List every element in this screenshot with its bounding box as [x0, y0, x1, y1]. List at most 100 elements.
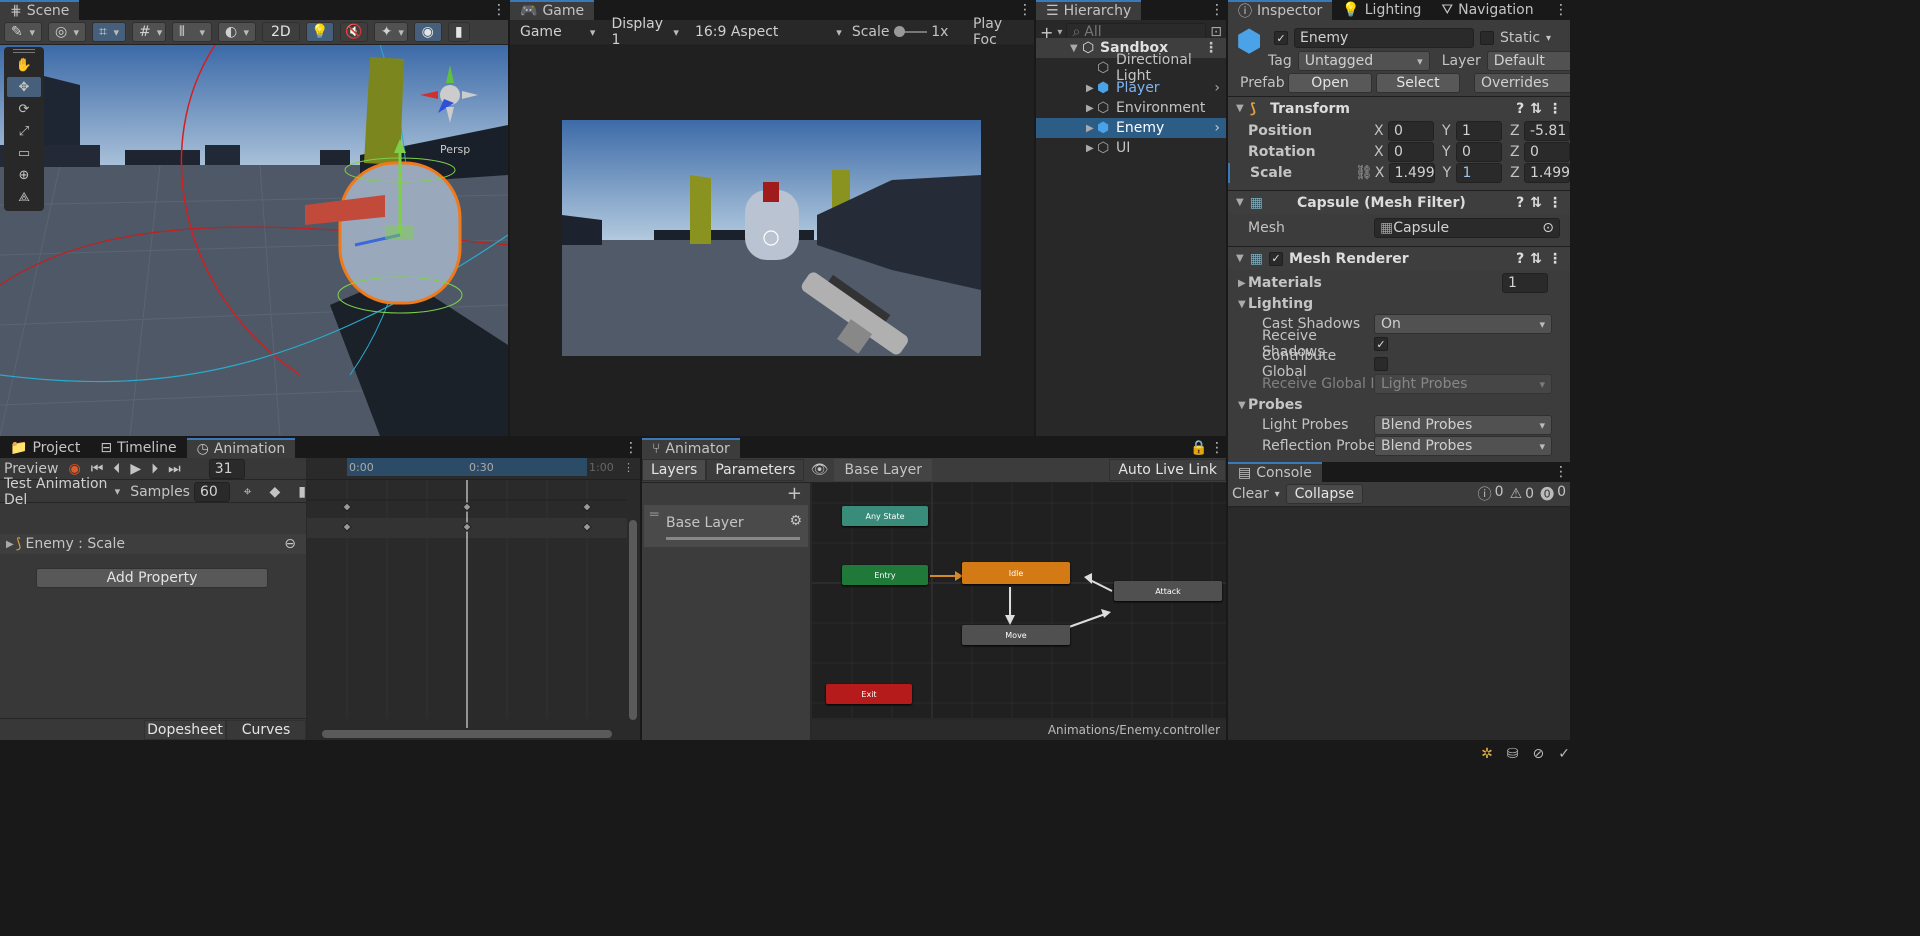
tab-timeline[interactable]: ⊟ Timeline — [90, 438, 187, 458]
breadcrumb[interactable]: Base Layer — [834, 459, 933, 481]
help-icon[interactable]: ? — [1516, 195, 1524, 211]
layer-settings-gear-icon[interactable]: ⚙ — [789, 513, 802, 529]
lighting-foldout[interactable]: ▼ Lighting — [1228, 294, 1570, 314]
component-menu-icon[interactable]: ⋮ — [1548, 101, 1562, 117]
prefab-open-button[interactable]: Open — [1288, 73, 1372, 93]
renderer-enabled-checkbox[interactable]: ✓ — [1268, 251, 1283, 266]
object-name-field[interactable]: Enemy — [1294, 28, 1474, 48]
scale-tool-icon[interactable]: ⤢ — [7, 121, 41, 141]
game-mode-dropdown[interactable]: Game — [514, 22, 602, 42]
scale-x-field[interactable]: 1.499 — [1388, 163, 1435, 183]
preset-icon[interactable]: ⇅ — [1530, 251, 1542, 267]
rotation-y-field[interactable]: 0 — [1456, 142, 1502, 162]
parameters-tab[interactable]: Parameters — [706, 459, 805, 481]
materials-count-field[interactable]: 1 — [1502, 273, 1548, 293]
move-state-node[interactable]: Move — [962, 625, 1070, 645]
receive-shadows-checkbox[interactable]: ✓ — [1374, 337, 1388, 351]
tab-inspector[interactable]: ⓘ Inspector — [1228, 0, 1333, 20]
layer-dropdown[interactable]: Default — [1486, 51, 1570, 71]
hierarchy-menu-icon[interactable]: ⋮ — [1208, 0, 1226, 20]
state-graph[interactable]: Any State Entry Idle Attack Move Exit — [812, 483, 1226, 718]
property-row[interactable]: ▶ ⟆ Enemy : Scale ⊖ — [0, 534, 306, 554]
hierarchy-item[interactable]: ⬡ Directional Light — [1036, 52, 1226, 84]
tab-console[interactable]: ▤ Console — [1228, 462, 1322, 482]
any-state-node[interactable]: Any State — [842, 506, 928, 526]
scale-z-field[interactable]: 1.499 — [1523, 163, 1570, 183]
clip-dropdown[interactable]: Test Animation Del — [2, 476, 127, 508]
dopesheet-button[interactable]: Dopesheet — [144, 719, 226, 740]
prev-key-icon[interactable]: ⏴ — [113, 461, 120, 477]
tab-navigation[interactable]: ⛛ Navigation — [1431, 0, 1544, 20]
record-icon[interactable]: ◉ — [69, 461, 81, 477]
clear-button[interactable]: Clear — [1232, 486, 1269, 502]
position-x-field[interactable]: 0 — [1388, 121, 1434, 141]
info-count-toggle[interactable]: ⓘ 0 — [1478, 484, 1504, 504]
display-dropdown[interactable]: Display 1 — [605, 16, 685, 48]
warning-count-toggle[interactable]: ⚠ 0 — [1510, 486, 1534, 502]
rotation-z-field[interactable]: 0 — [1524, 142, 1570, 162]
attack-state-node[interactable]: Attack — [1114, 581, 1222, 601]
inspector-menu-icon[interactable]: ⋮ — [1552, 0, 1570, 20]
cache-server-icon[interactable]: ⛁ — [1507, 746, 1519, 762]
light-probes-dropdown[interactable]: Blend Probes — [1374, 415, 1552, 435]
rotate-tool-icon[interactable]: ⟳ — [7, 99, 41, 119]
tab-scene[interactable]: ⋕ Scene — [0, 0, 80, 20]
component-menu-icon[interactable]: ⋮ — [1548, 251, 1562, 267]
tab-game[interactable]: 🎮 Game — [510, 0, 595, 20]
hand-tool-icon[interactable]: ✋ — [7, 55, 41, 75]
tab-animator[interactable]: ⑂ Animator — [642, 438, 740, 458]
tag-dropdown[interactable]: Untagged — [1297, 51, 1430, 71]
effects-dropdown[interactable]: ✦ — [373, 22, 408, 42]
link-icon[interactable]: ⛓ — [1355, 165, 1375, 181]
preset-icon[interactable]: ⇅ — [1530, 195, 1542, 211]
tab-hierarchy[interactable]: ☰ Hierarchy — [1036, 0, 1142, 20]
hierarchy-item[interactable]: ▶ ⬡ UI — [1036, 138, 1226, 158]
contribute-gi-checkbox[interactable] — [1374, 357, 1388, 371]
first-key-icon[interactable]: ⏮ — [91, 461, 104, 477]
add-property-button[interactable]: Add Property — [36, 568, 268, 588]
entry-node[interactable]: Entry — [842, 565, 928, 585]
lock-icon[interactable]: 🔒 — [1190, 438, 1208, 458]
add-keyframe-icon[interactable]: ◆ — [270, 484, 281, 500]
curves-button[interactable]: Curves — [226, 719, 306, 740]
dopesheet-area[interactable]: 0:00 0:30 1:00 ⋮ — [307, 458, 640, 740]
clear-dropdown-icon[interactable]: ▾ — [1275, 489, 1280, 500]
mesh-object-field[interactable]: ▦Capsule ⊙ — [1374, 218, 1560, 238]
keyframe-mode-icon[interactable]: ⌖ — [244, 484, 252, 500]
eye-icon[interactable]: 👁 — [804, 462, 834, 478]
scale-y-field[interactable]: 1 — [1456, 163, 1503, 183]
meshrenderer-header[interactable]: ▼ ▦ ✓ Mesh Renderer? ⇅ ⋮ — [1228, 246, 1570, 270]
tab-animation[interactable]: ◷ Animation — [186, 438, 296, 458]
camera-icon[interactable]: ▮ — [447, 22, 470, 42]
preview-toggle[interactable]: Preview — [4, 461, 59, 477]
custom-tool-icon[interactable]: ⟁ — [7, 187, 41, 207]
add-layer-icon[interactable]: + — [787, 483, 802, 504]
rect-tool-icon[interactable]: ▭ — [7, 143, 41, 163]
play-focus-dropdown[interactable]: Play Foc — [973, 16, 1030, 48]
component-menu-icon[interactable]: ⋮ — [1548, 195, 1562, 211]
transform-header[interactable]: ▼ ⟆ Transform? ⇅ ⋮ — [1228, 96, 1570, 120]
console-menu-icon[interactable]: ⋮ — [1552, 462, 1570, 482]
last-key-icon[interactable]: ⏭ — [168, 461, 181, 477]
collapse-button[interactable]: Collapse — [1285, 484, 1364, 504]
active-checkbox[interactable]: ✓ — [1274, 31, 1288, 45]
transform-tool-icon[interactable]: ⊕ — [7, 165, 41, 185]
static-checkbox[interactable] — [1480, 31, 1494, 45]
position-y-field[interactable]: 1 — [1456, 121, 1502, 141]
layer-item[interactable]: ═ Base Layer ⚙ — [644, 505, 808, 547]
grid-snap-dropdown[interactable]: # — [132, 22, 166, 42]
property-remove-icon[interactable]: ⊖ — [284, 536, 296, 552]
animator-menu-icon[interactable]: ⋮ — [1208, 438, 1226, 458]
aspect-dropdown[interactable]: 16:9 Aspect — [688, 22, 848, 42]
draw-mode-dropdown[interactable]: ✎ — [4, 22, 42, 42]
scene-menu-icon[interactable]: ⋮ — [490, 0, 508, 20]
global-dropdown[interactable]: ◎ — [48, 22, 86, 42]
hidden-toggle-icon[interactable]: ◉ — [413, 22, 442, 42]
pivot-dropdown[interactable]: ⌗ — [92, 22, 126, 42]
console-log-area[interactable] — [1228, 508, 1570, 740]
cast-shadows-dropdown[interactable]: On — [1374, 314, 1552, 334]
audio-toggle-icon[interactable]: 🔇 — [339, 22, 368, 42]
animation-menu-icon[interactable]: ⋮ — [622, 438, 640, 458]
shading-dropdown[interactable]: ◐ — [218, 22, 256, 42]
object-picker-icon[interactable]: ⊙ — [1542, 220, 1554, 236]
